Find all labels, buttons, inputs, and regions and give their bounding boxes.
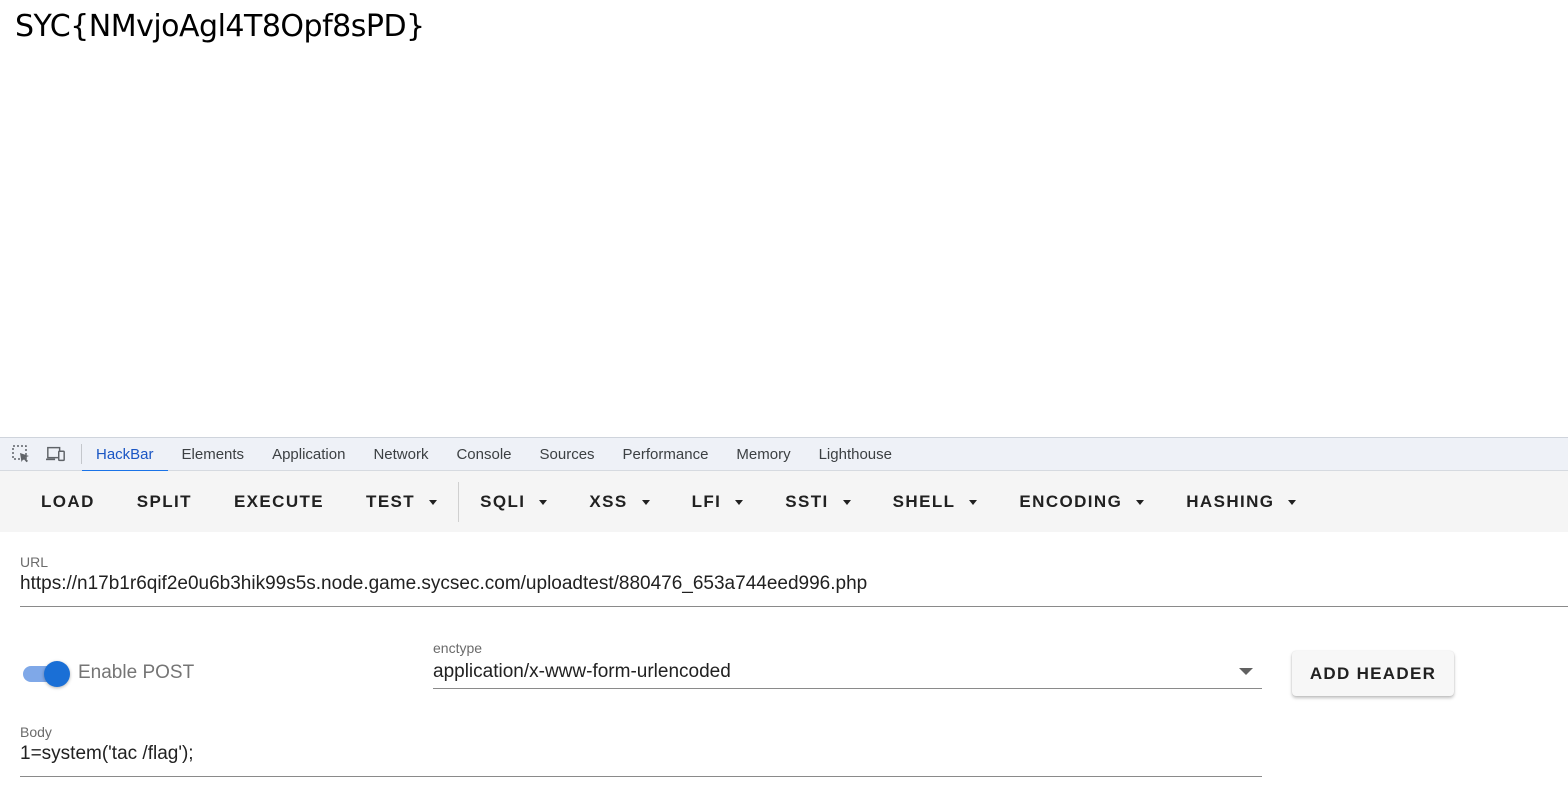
dropdown-arrow-icon[interactable] — [1239, 668, 1253, 675]
sqli-menu-label: SQLI — [480, 491, 526, 511]
add-header-label: ADD HEADER — [1309, 663, 1437, 683]
device-toolbar-icon[interactable] — [46, 444, 66, 464]
page-viewport: SYC{NMvjoAgl4T8Opf8sPD} — [0, 0, 1568, 437]
encoding-menu-label: ENCODING — [1019, 491, 1123, 511]
lfi-menu-button[interactable]: LFI — [671, 482, 765, 522]
caret-down-icon — [735, 499, 744, 505]
tab-elements[interactable]: Elements — [168, 438, 259, 471]
tab-network[interactable]: Network — [359, 438, 442, 471]
hashing-menu-label: HASHING — [1186, 491, 1275, 511]
caret-down-icon — [539, 499, 548, 505]
enable-post-toggle[interactable] — [22, 660, 70, 688]
encoding-menu-button[interactable]: ENCODING — [998, 482, 1165, 522]
tab-memory[interactable]: Memory — [722, 438, 804, 471]
tab-console[interactable]: Console — [442, 438, 525, 471]
enctype-label: enctype — [433, 640, 483, 656]
enctype-select[interactable]: application/x-www-form-urlencoded — [433, 661, 731, 683]
tab-sources[interactable]: Sources — [526, 438, 609, 471]
load-button-label: LOAD — [41, 491, 95, 511]
split-button-label: SPLIT — [136, 491, 192, 511]
enctype-underline — [433, 688, 1262, 689]
hashing-menu-button[interactable]: HASHING — [1165, 482, 1317, 522]
split-button[interactable]: SPLIT — [116, 482, 213, 522]
shell-menu-label: SHELL — [892, 491, 956, 511]
tab-application[interactable]: Application — [258, 438, 359, 471]
ssti-menu-button[interactable]: SSTI — [764, 482, 871, 522]
element-picker-icon[interactable] — [11, 444, 31, 464]
devtools-tab-bar: HackBar Elements Application Network Con… — [0, 437, 1568, 472]
caret-down-icon — [842, 499, 851, 505]
load-button[interactable]: LOAD — [20, 482, 116, 522]
caret-down-icon — [1288, 499, 1297, 505]
execute-button-label: EXECUTE — [233, 491, 325, 511]
caret-down-icon — [1136, 499, 1145, 505]
body-field-label: Body — [20, 724, 52, 740]
url-input-underline — [20, 606, 1568, 607]
sqli-menu-button[interactable]: SQLI — [459, 482, 568, 522]
test-menu-label: TEST — [366, 491, 416, 511]
xss-menu-label: XSS — [589, 491, 628, 511]
caret-down-icon — [641, 499, 650, 505]
caret-down-icon — [969, 499, 978, 505]
test-menu-button[interactable]: TEST — [345, 482, 458, 522]
url-field-label: URL — [20, 554, 49, 570]
shell-menu-button[interactable]: SHELL — [872, 482, 999, 522]
caret-down-icon — [429, 499, 438, 505]
url-input[interactable]: https://n17b1r6qif2e0u6b3hik99s5s.node.g… — [20, 573, 867, 595]
enable-post-label: Enable POST — [78, 662, 195, 683]
add-header-button[interactable]: ADD HEADER — [1292, 651, 1454, 696]
ssti-menu-label: SSTI — [785, 491, 829, 511]
tab-hackbar[interactable]: HackBar — [82, 438, 168, 472]
xss-menu-button[interactable]: XSS — [568, 482, 670, 522]
toggle-thumb — [44, 661, 70, 687]
tab-lighthouse[interactable]: Lighthouse — [805, 438, 906, 471]
lfi-menu-label: LFI — [691, 491, 722, 511]
flag-text: SYC{NMvjoAgl4T8Opf8sPD} — [15, 9, 425, 44]
body-input[interactable]: 1=system('tac /flag'); — [20, 743, 194, 765]
hackbar-toolbar: LOAD SPLIT EXECUTE TEST SQLI XSS LFI SST… — [0, 471, 1568, 532]
body-input-underline — [20, 776, 1262, 777]
execute-button[interactable]: EXECUTE — [213, 482, 345, 522]
tab-performance[interactable]: Performance — [609, 438, 723, 471]
